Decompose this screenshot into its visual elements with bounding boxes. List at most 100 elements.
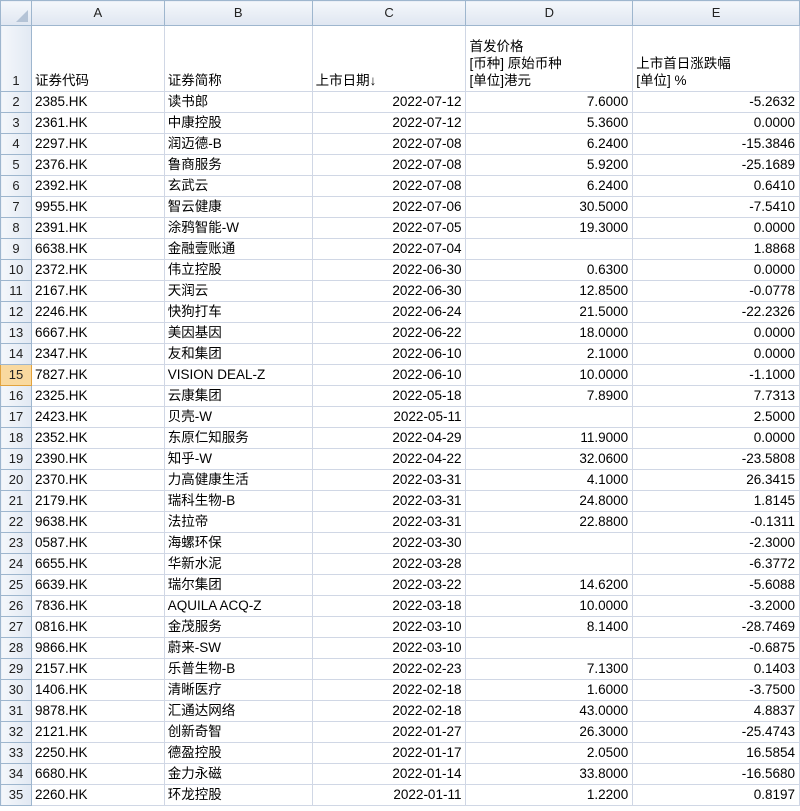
- cell-ipo-price[interactable]: 10.0000: [465, 364, 634, 386]
- cell-security-code[interactable]: 7836.HK: [30, 595, 165, 617]
- cell-security-code[interactable]: 2297.HK: [30, 133, 165, 155]
- row-header[interactable]: 26: [0, 595, 32, 617]
- cell-listing-date[interactable]: 2022-07-08: [311, 154, 467, 176]
- cell-first-day-change[interactable]: -3.7500: [632, 679, 800, 701]
- cell-security-code[interactable]: 9878.HK: [30, 700, 165, 722]
- cell-security-code[interactable]: 0587.HK: [30, 532, 165, 554]
- cell-security-name[interactable]: 汇通达网络: [163, 700, 313, 722]
- row-header[interactable]: 11: [0, 280, 32, 302]
- cell-security-code[interactable]: 9955.HK: [30, 196, 165, 218]
- cell-first-day-change[interactable]: 26.3415: [632, 469, 800, 491]
- cell-listing-date[interactable]: 2022-03-31: [311, 490, 467, 512]
- cell-first-day-change[interactable]: -5.6088: [632, 574, 800, 596]
- cell-security-code[interactable]: 6655.HK: [30, 553, 165, 575]
- cell-security-name[interactable]: 伟立控股: [163, 259, 313, 281]
- cell-ipo-price[interactable]: 5.3600: [465, 112, 634, 134]
- row-header[interactable]: 31: [0, 700, 32, 722]
- cell-first-day-change[interactable]: -23.5808: [632, 448, 800, 470]
- cell-listing-date[interactable]: 2022-06-24: [311, 301, 467, 323]
- select-all-corner[interactable]: [0, 0, 32, 26]
- row-header[interactable]: 25: [0, 574, 32, 596]
- cell-listing-date[interactable]: 2022-03-30: [311, 532, 467, 554]
- cell-listing-date[interactable]: 2022-06-30: [311, 280, 467, 302]
- cell-first-day-change[interactable]: 0.0000: [632, 343, 800, 365]
- cell-first-day-change[interactable]: -25.4743: [632, 721, 800, 743]
- cell-security-name[interactable]: 海螺环保: [163, 532, 313, 554]
- cell-security-name[interactable]: 读书郎: [163, 91, 313, 113]
- cell-listing-date[interactable]: 2022-02-18: [311, 679, 467, 701]
- cell-ipo-price[interactable]: 1.2200: [465, 784, 634, 806]
- cell-ipo-price[interactable]: [465, 532, 634, 554]
- row-header[interactable]: 24: [0, 553, 32, 575]
- cell-listing-date[interactable]: 2022-01-14: [311, 763, 467, 785]
- row-header[interactable]: 33: [0, 742, 32, 764]
- cell-listing-date[interactable]: 2022-07-08: [311, 133, 467, 155]
- cell-security-name[interactable]: VISION DEAL-Z: [163, 364, 313, 386]
- cell-security-name[interactable]: 乐普生物-B: [163, 658, 313, 680]
- row-header[interactable]: 12: [0, 301, 32, 323]
- cell-listing-date[interactable]: 2022-03-10: [311, 637, 467, 659]
- cell-first-day-change[interactable]: -16.5680: [632, 763, 800, 785]
- cell-ipo-price[interactable]: 22.8800: [465, 511, 634, 533]
- row-header[interactable]: 16: [0, 385, 32, 407]
- cell-listing-date[interactable]: 2022-04-29: [311, 427, 467, 449]
- cell-first-day-change[interactable]: 0.6410: [632, 175, 800, 197]
- cell-security-code[interactable]: 2167.HK: [30, 280, 165, 302]
- cell-first-day-change[interactable]: -1.1000: [632, 364, 800, 386]
- cell-listing-date[interactable]: 2022-07-12: [311, 91, 467, 113]
- header-security-code[interactable]: 证券代码: [30, 25, 165, 92]
- cell-listing-date[interactable]: 2022-06-22: [311, 322, 467, 344]
- cell-security-name[interactable]: 玄武云: [163, 175, 313, 197]
- cell-security-name[interactable]: 创新奇智: [163, 721, 313, 743]
- cell-ipo-price[interactable]: 33.8000: [465, 763, 634, 785]
- cell-security-code[interactable]: 6639.HK: [30, 574, 165, 596]
- cell-first-day-change[interactable]: 1.8868: [632, 238, 800, 260]
- cell-ipo-price[interactable]: 2.0500: [465, 742, 634, 764]
- cell-ipo-price[interactable]: 43.0000: [465, 700, 634, 722]
- cell-listing-date[interactable]: 2022-07-08: [311, 175, 467, 197]
- cell-security-name[interactable]: 美因基因: [163, 322, 313, 344]
- cell-security-code[interactable]: 2392.HK: [30, 175, 165, 197]
- cell-security-code[interactable]: 2372.HK: [30, 259, 165, 281]
- cell-listing-date[interactable]: 2022-03-28: [311, 553, 467, 575]
- cell-first-day-change[interactable]: 16.5854: [632, 742, 800, 764]
- cell-ipo-price[interactable]: 19.3000: [465, 217, 634, 239]
- cell-listing-date[interactable]: 2022-03-31: [311, 511, 467, 533]
- cell-security-name[interactable]: 蔚来-SW: [163, 637, 313, 659]
- cell-first-day-change[interactable]: -0.6875: [632, 637, 800, 659]
- row-header[interactable]: 14: [0, 343, 32, 365]
- cell-security-name[interactable]: 瑞科生物-B: [163, 490, 313, 512]
- row-header[interactable]: 32: [0, 721, 32, 743]
- cell-ipo-price[interactable]: 26.3000: [465, 721, 634, 743]
- cell-first-day-change[interactable]: 4.8837: [632, 700, 800, 722]
- cell-listing-date[interactable]: 2022-06-10: [311, 343, 467, 365]
- row-header[interactable]: 19: [0, 448, 32, 470]
- cell-ipo-price[interactable]: [465, 238, 634, 260]
- cell-security-name[interactable]: 快狗打车: [163, 301, 313, 323]
- row-header[interactable]: 28: [0, 637, 32, 659]
- cell-security-code[interactable]: 9866.HK: [30, 637, 165, 659]
- cell-first-day-change[interactable]: -3.2000: [632, 595, 800, 617]
- cell-ipo-price[interactable]: 6.2400: [465, 175, 634, 197]
- cell-security-code[interactable]: 6680.HK: [30, 763, 165, 785]
- cell-listing-date[interactable]: 2022-07-06: [311, 196, 467, 218]
- cell-security-code[interactable]: 2179.HK: [30, 490, 165, 512]
- row-header[interactable]: 30: [0, 679, 32, 701]
- cell-listing-date[interactable]: 2022-07-05: [311, 217, 467, 239]
- cell-security-name[interactable]: 华新水泥: [163, 553, 313, 575]
- cell-security-name[interactable]: 瑞尔集团: [163, 574, 313, 596]
- cell-security-name[interactable]: 清晰医疗: [163, 679, 313, 701]
- cell-security-code[interactable]: 9638.HK: [30, 511, 165, 533]
- cell-first-day-change[interactable]: 1.8145: [632, 490, 800, 512]
- cell-security-code[interactable]: 2423.HK: [30, 406, 165, 428]
- cell-security-code[interactable]: 0816.HK: [30, 616, 165, 638]
- cell-first-day-change[interactable]: 0.0000: [632, 427, 800, 449]
- cell-security-name[interactable]: 环龙控股: [163, 784, 313, 806]
- cell-security-code[interactable]: 2390.HK: [30, 448, 165, 470]
- row-header[interactable]: 13: [0, 322, 32, 344]
- cell-listing-date[interactable]: 2022-02-23: [311, 658, 467, 680]
- row-header[interactable]: 23: [0, 532, 32, 554]
- row-header[interactable]: 29: [0, 658, 32, 680]
- cell-ipo-price[interactable]: 10.0000: [465, 595, 634, 617]
- cell-ipo-price[interactable]: 7.8900: [465, 385, 634, 407]
